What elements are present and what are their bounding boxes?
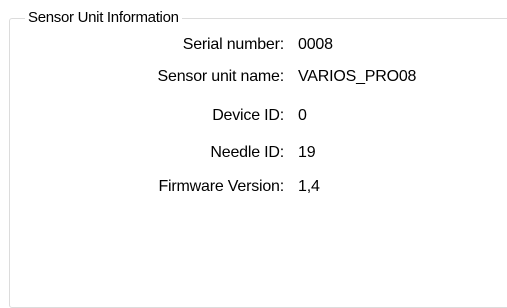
- serial-number-row: Serial number: 0008: [0, 32, 507, 58]
- groupbox-title: Sensor Unit Information: [25, 8, 182, 28]
- sensor-unit-name-label: Sensor unit name:: [157, 68, 285, 85]
- sensor-unit-name-value: VARIOS_PRO08: [298, 68, 417, 85]
- needle-id-value: 19: [298, 144, 316, 161]
- device-id-label: Device ID:: [212, 107, 284, 124]
- device-id-value: 0: [298, 107, 307, 124]
- device-id-row: Device ID: 0: [0, 103, 507, 129]
- needle-id-row: Needle ID: 19: [0, 140, 507, 166]
- firmware-version-value: 1,4: [298, 178, 320, 195]
- serial-number-value: 0008: [298, 36, 333, 53]
- firmware-version-label: Firmware Version:: [158, 178, 284, 195]
- firmware-version-row: Firmware Version: 1,4: [0, 174, 507, 200]
- sensor-unit-name-row: Sensor unit name: VARIOS_PRO08: [0, 64, 507, 90]
- serial-number-label: Serial number:: [182, 36, 284, 53]
- needle-id-label: Needle ID:: [210, 144, 284, 161]
